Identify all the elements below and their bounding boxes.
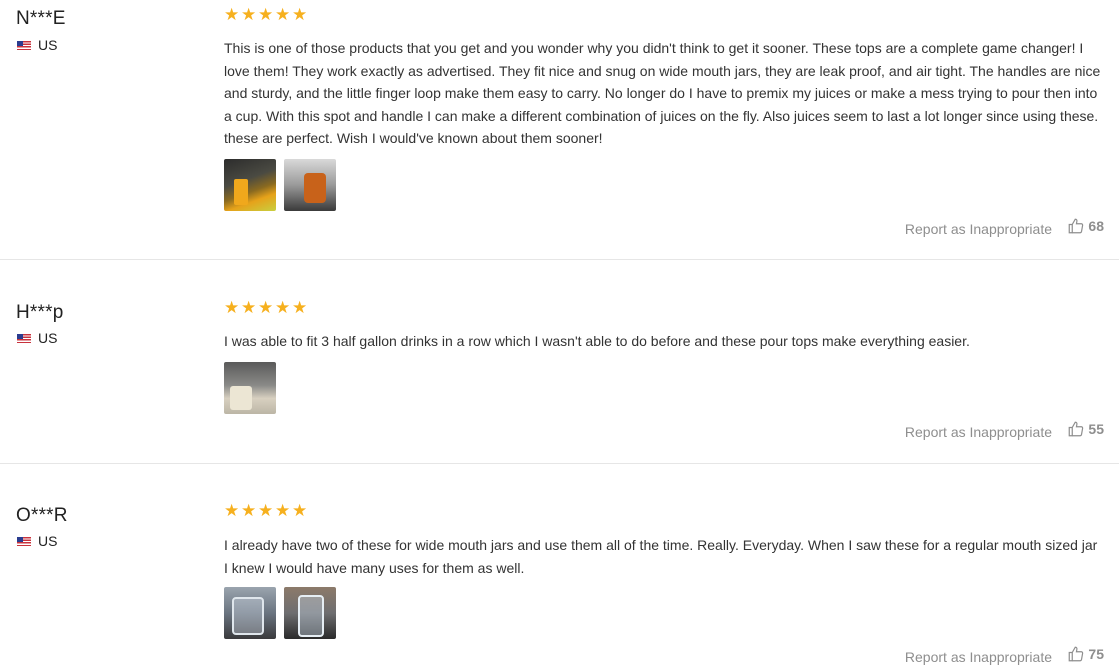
country-label: US: [38, 37, 58, 53]
star-icon: ★: [275, 501, 291, 520]
star-icon: ★: [292, 298, 308, 317]
review-card: N***E US ★ ★ ★ ★ ★ This is one of those …: [0, 0, 1119, 259]
review-photo-thumbnail[interactable]: [224, 159, 276, 211]
thumbs-up-icon: [1069, 421, 1084, 437]
star-rating: ★ ★ ★ ★ ★: [224, 502, 307, 519]
star-icon: ★: [275, 298, 291, 317]
review-photos: [224, 159, 336, 211]
review-divider: [0, 463, 1119, 464]
reviewer-name: N***E: [16, 8, 66, 29]
review-text: I already have two of these for wide mou…: [224, 537, 1098, 576]
thumbs-up-icon: [1069, 646, 1084, 662]
review-card: O***R US ★ ★ ★ ★ ★ I already have two of…: [0, 481, 1119, 671]
star-icon: ★: [241, 501, 257, 520]
helpful-button[interactable]: 55: [1067, 420, 1104, 438]
thumbs-up-icon: [1069, 218, 1084, 234]
us-flag-icon: [17, 536, 31, 546]
helpful-button[interactable]: 75: [1067, 645, 1104, 663]
review-photo-thumbnail[interactable]: [284, 159, 336, 211]
review-photo-thumbnail[interactable]: [284, 587, 336, 639]
helpful-count: 68: [1088, 218, 1104, 234]
reviewer-country: US: [17, 37, 57, 53]
report-inappropriate-link[interactable]: Report as Inappropriate: [905, 649, 1052, 665]
report-inappropriate-link[interactable]: Report as Inappropriate: [905, 221, 1052, 237]
review-photos: [224, 587, 336, 639]
star-rating: ★ ★ ★ ★ ★: [224, 299, 307, 316]
reviewer-country: US: [17, 330, 57, 346]
star-icon: ★: [241, 298, 257, 317]
review-photo-thumbnail[interactable]: [224, 587, 276, 639]
helpful-count: 55: [1088, 421, 1104, 437]
star-icon: ★: [224, 5, 240, 24]
report-inappropriate-link[interactable]: Report as Inappropriate: [905, 424, 1052, 440]
star-icon: ★: [258, 5, 274, 24]
review-divider: [0, 259, 1119, 260]
star-icon: ★: [292, 5, 308, 24]
us-flag-icon: [17, 40, 31, 50]
star-icon: ★: [224, 298, 240, 317]
reviewer-country: US: [17, 533, 57, 549]
star-icon: ★: [258, 298, 274, 317]
country-label: US: [38, 533, 58, 549]
star-icon: ★: [292, 501, 308, 520]
star-icon: ★: [275, 5, 291, 24]
review-text: This is one of those products that you g…: [224, 40, 1101, 146]
review-text: I was able to fit 3 half gallon drinks i…: [224, 333, 970, 349]
star-icon: ★: [258, 501, 274, 520]
star-icon: ★: [224, 501, 240, 520]
reviewer-name: O***R: [16, 505, 68, 526]
review-photos: [224, 362, 276, 414]
helpful-count: 75: [1088, 646, 1104, 662]
review-card: H***p US ★ ★ ★ ★ ★ I was able to fit 3 h…: [0, 278, 1119, 463]
star-icon: ★: [241, 5, 257, 24]
reviewer-name: H***p: [16, 302, 64, 323]
star-rating: ★ ★ ★ ★ ★: [224, 6, 307, 23]
us-flag-icon: [17, 333, 31, 343]
helpful-button[interactable]: 68: [1067, 217, 1104, 235]
country-label: US: [38, 330, 58, 346]
review-photo-thumbnail[interactable]: [224, 362, 276, 414]
